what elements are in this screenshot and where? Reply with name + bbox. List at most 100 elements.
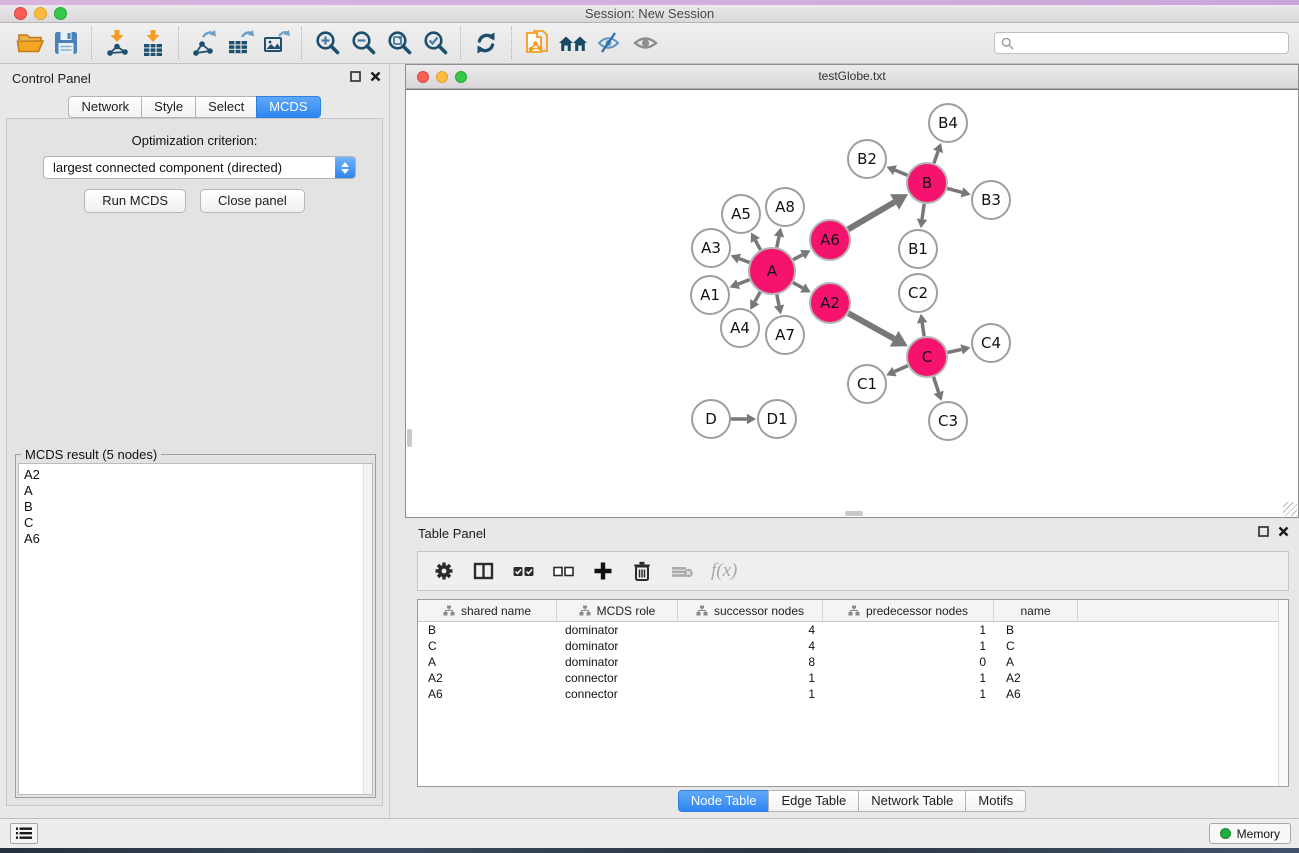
memory-button[interactable]: Memory xyxy=(1209,823,1291,844)
status-bar: Memory xyxy=(0,818,1299,848)
graph-edge-B-B4[interactable] xyxy=(934,151,938,163)
tab-node-table[interactable]: Node Table xyxy=(678,790,770,812)
table-row-a6[interactable]: A6connector11A6 xyxy=(418,686,1288,702)
graph-edge-C-C1[interactable] xyxy=(894,366,907,372)
column-header-successor-nodes[interactable]: successor nodes xyxy=(678,600,823,621)
hide-selected-button[interactable] xyxy=(591,26,627,60)
export-table-button[interactable] xyxy=(222,26,258,60)
tab-edge-table[interactable]: Edge Table xyxy=(768,790,859,812)
select-all-columns-icon[interactable] xyxy=(512,560,535,582)
import-network-button[interactable] xyxy=(99,26,135,60)
column-header-name[interactable]: name xyxy=(994,600,1078,621)
graph-edge-C-C2[interactable] xyxy=(922,323,924,336)
graph-node-label-B1: B1 xyxy=(908,240,928,258)
table-settings-gear-icon[interactable] xyxy=(433,560,455,582)
float-table-panel-icon[interactable] xyxy=(1258,526,1269,537)
table-row-a2[interactable]: A2connector11A2 xyxy=(418,670,1288,686)
refresh-icon xyxy=(473,30,499,56)
graph-edge-arrowhead xyxy=(917,314,927,324)
tab-network-table[interactable]: Network Table xyxy=(858,790,966,812)
tab-style[interactable]: Style xyxy=(141,96,196,118)
graph-edge-A-A7[interactable] xyxy=(777,295,779,306)
homes-button[interactable] xyxy=(555,26,591,60)
table-row-a[interactable]: Adominator80A xyxy=(418,654,1288,670)
export-network-button[interactable] xyxy=(186,26,222,60)
table-row-c[interactable]: Cdominator41C xyxy=(418,638,1288,654)
toolbar-separator xyxy=(460,27,461,59)
horizontal-scroll-thumb[interactable] xyxy=(845,511,863,516)
tab-mcds[interactable]: MCDS xyxy=(256,96,320,118)
zoom-out-button[interactable] xyxy=(345,26,381,60)
add-column-icon[interactable] xyxy=(592,560,614,582)
float-panel-icon[interactable] xyxy=(350,71,361,82)
import-table-button[interactable] xyxy=(135,26,171,60)
graph-node-label-A1: A1 xyxy=(700,286,720,304)
close-table-panel-icon[interactable] xyxy=(1278,526,1289,537)
mcds-result-list[interactable]: A2ABCA6 xyxy=(18,463,373,795)
graph-edge-arrowhead xyxy=(961,187,971,197)
graph-edge-A-A8[interactable] xyxy=(777,236,779,247)
vertical-scroll-thumb[interactable] xyxy=(407,429,412,447)
cell-shared-name: B xyxy=(418,623,557,637)
graph-edge-A-A5[interactable] xyxy=(755,240,760,249)
column-header-MCDS-role[interactable]: MCDS role xyxy=(557,600,678,621)
network-window-titlebar[interactable]: testGlobe.txt xyxy=(406,65,1298,89)
graph-edge-C-C3[interactable] xyxy=(934,377,939,392)
control-panel: Control Panel NetworkStyleSelectMCDS Opt… xyxy=(0,64,390,818)
table-row-b[interactable]: Bdominator41B xyxy=(418,622,1288,638)
show-all-button[interactable] xyxy=(627,26,663,60)
column-type-icon xyxy=(848,605,860,616)
refresh-button[interactable] xyxy=(468,26,504,60)
result-item-a[interactable]: A xyxy=(19,483,372,499)
graph-edge-A-A3[interactable] xyxy=(739,259,749,263)
graph-node-label-B3: B3 xyxy=(981,191,1001,209)
save-session-button[interactable] xyxy=(48,26,84,60)
graph-node-label-A6: A6 xyxy=(820,231,840,249)
graph-edge-A-A4[interactable] xyxy=(755,292,761,302)
result-item-a2[interactable]: A2 xyxy=(19,467,372,483)
control-panel-title: Control Panel xyxy=(12,71,91,86)
task-history-button[interactable] xyxy=(10,823,38,844)
network-canvas[interactable]: B4B2BB3A8A5A6A3B1AC2A1A2A4A7C4CC1C3DD1 xyxy=(406,89,1298,517)
graph-edge-B-B1[interactable] xyxy=(922,204,924,219)
cell-successor-nodes: 4 xyxy=(678,639,823,653)
graph-edge-A-A6[interactable] xyxy=(793,255,802,260)
column-type-icon xyxy=(579,605,591,616)
export-image-button[interactable] xyxy=(258,26,294,60)
tab-select[interactable]: Select xyxy=(195,96,257,118)
split-columns-icon[interactable] xyxy=(472,560,495,582)
graph-edge-A6-B[interactable] xyxy=(848,202,894,229)
result-item-a6[interactable]: A6 xyxy=(19,531,372,547)
column-header-shared-name[interactable]: shared name xyxy=(418,600,557,621)
delete-column-trash-icon[interactable] xyxy=(631,560,653,582)
result-item-c[interactable]: C xyxy=(19,515,372,531)
network-file-button[interactable] xyxy=(519,26,555,60)
graph-node-label-B2: B2 xyxy=(857,150,877,168)
search-input[interactable] xyxy=(995,36,1288,50)
close-panel-button[interactable]: Close panel xyxy=(200,189,305,213)
tab-motifs[interactable]: Motifs xyxy=(965,790,1026,812)
deselect-all-columns-icon[interactable] xyxy=(552,560,575,582)
tab-network[interactable]: Network xyxy=(68,96,142,118)
run-mcds-button[interactable]: Run MCDS xyxy=(84,189,186,213)
graph-edge-B-B2[interactable] xyxy=(895,170,908,175)
graph-edge-B-B3[interactable] xyxy=(947,188,962,192)
node-table[interactable]: shared nameMCDS rolesuccessor nodesprede… xyxy=(417,599,1289,787)
graph-edge-A-A1[interactable] xyxy=(738,280,750,284)
close-panel-icon[interactable] xyxy=(370,71,381,82)
open-session-button[interactable] xyxy=(12,26,48,60)
graph-edge-A2-C[interactable] xyxy=(848,313,894,338)
zoom-fit-button[interactable] xyxy=(381,26,417,60)
table-scrollbar[interactable] xyxy=(1278,600,1288,786)
criterion-select[interactable]: largest connected component (directed) xyxy=(43,156,356,179)
result-item-b[interactable]: B xyxy=(19,499,372,515)
zoom-selected-button[interactable] xyxy=(417,26,453,60)
export-network-icon xyxy=(190,29,218,57)
zoom-in-button[interactable] xyxy=(309,26,345,60)
column-header-predecessor-nodes[interactable]: predecessor nodes xyxy=(823,600,994,621)
graph-edge-C-C4[interactable] xyxy=(948,349,962,352)
resize-grip[interactable] xyxy=(1283,502,1297,516)
table-panel-tabs: Node TableEdge TableNetwork TableMotifs xyxy=(405,790,1299,812)
graph-edge-A-A2[interactable] xyxy=(793,283,803,288)
result-list-scrollbar[interactable] xyxy=(363,464,372,794)
